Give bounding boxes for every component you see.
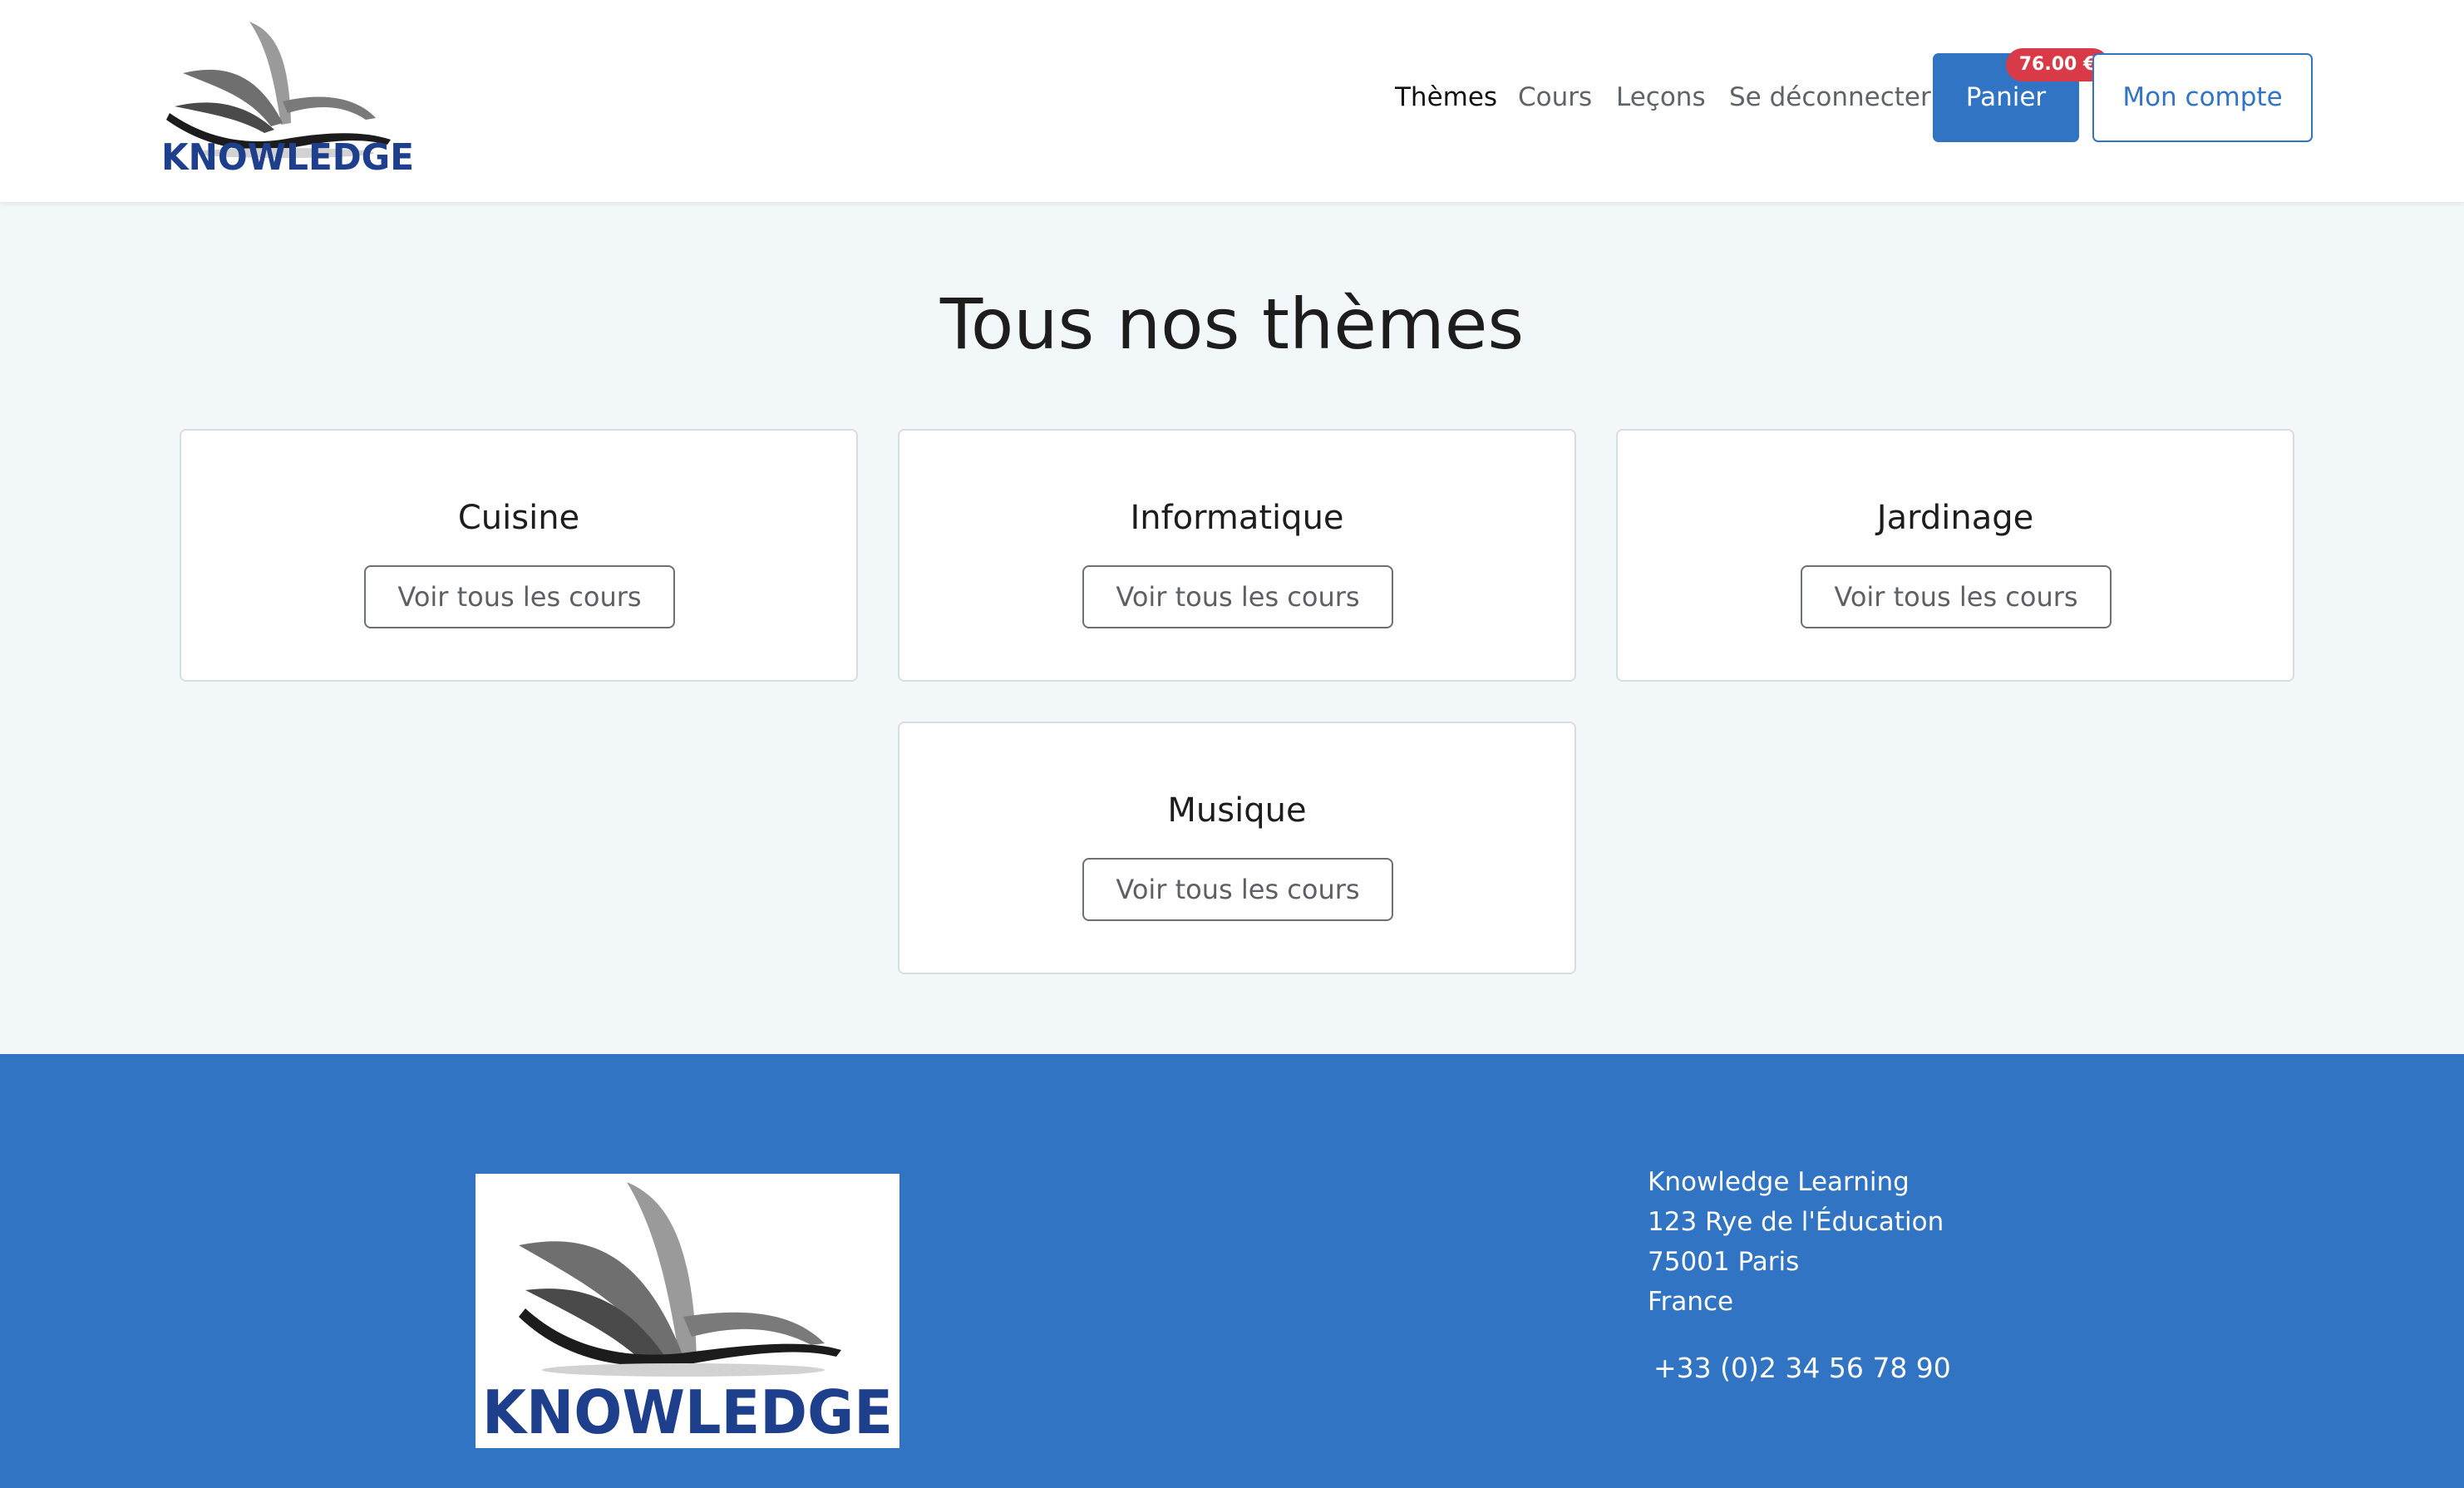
page-title: Tous nos thèmes	[939, 283, 1525, 365]
nav-logout[interactable]: Se déconnecter	[1729, 53, 1931, 142]
address-country: France	[1648, 1287, 1734, 1317]
theme-title: Jardinage	[1876, 499, 2034, 537]
site-footer: KNOWLEDGE Knowledge Learning 123 Rye de …	[0, 1054, 2464, 1488]
footer-logo: KNOWLEDGE	[476, 1174, 899, 1448]
nav-cours[interactable]: Cours	[1518, 53, 1592, 142]
nav-lecons[interactable]: Leçons	[1616, 53, 1706, 142]
view-courses-button[interactable]: Voir tous les cours	[1082, 565, 1393, 628]
nav-themes[interactable]: Thèmes	[1395, 53, 1497, 142]
footer-knowledge-logo: KNOWLEDGE	[482, 1182, 893, 1447]
logo-wordmark: KNOWLEDGE	[161, 136, 414, 176]
site-header: KNOWLEDGE Thèmes Cours Leçons Se déconne…	[0, 0, 2464, 203]
theme-card-informatique: Informatique Voir tous les cours	[898, 429, 1576, 682]
company-address: Knowledge Learning 123 Rye de l'Éducatio…	[1648, 1162, 1944, 1322]
footer-logo-wordmark: KNOWLEDGE	[482, 1377, 893, 1447]
open-book-icon	[519, 1182, 841, 1377]
theme-title: Informatique	[1130, 499, 1344, 537]
theme-title: Cuisine	[457, 499, 580, 537]
address-company: Knowledge Learning	[1648, 1167, 1910, 1197]
address-city: 75001 Paris	[1648, 1247, 1800, 1277]
theme-title: Musique	[1167, 791, 1307, 830]
view-courses-button[interactable]: Voir tous les cours	[1801, 565, 2112, 628]
phone-number[interactable]: +33 (0)2 34 56 78 90	[1653, 1348, 1951, 1388]
theme-card-cuisine: Cuisine Voir tous les cours	[180, 429, 858, 682]
theme-card-jardinage: Jardinage Voir tous les cours	[1616, 429, 2294, 682]
address-street: 123 Rye de l'Éducation	[1648, 1207, 1944, 1237]
view-courses-button[interactable]: Voir tous les cours	[1082, 858, 1393, 921]
view-courses-button[interactable]: Voir tous les cours	[364, 565, 675, 628]
theme-card-musique: Musique Voir tous les cours	[898, 722, 1576, 974]
account-button[interactable]: Mon compte	[2092, 53, 2313, 142]
